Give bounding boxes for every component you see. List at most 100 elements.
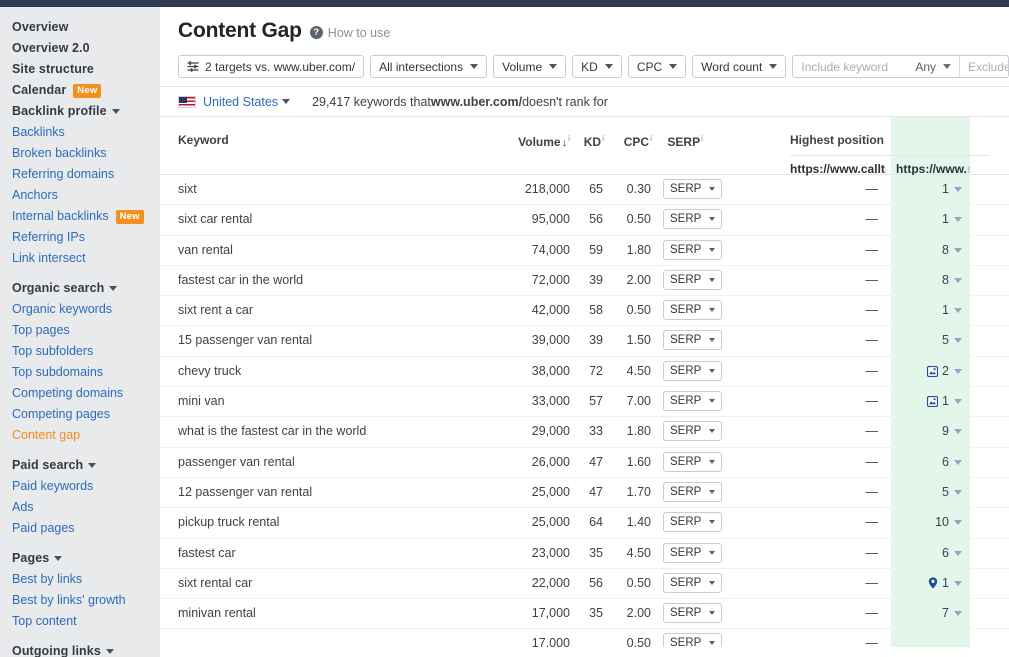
position-target-2[interactable]: 10 xyxy=(886,515,962,529)
position-target-2[interactable]: 7 xyxy=(886,606,962,620)
sidebar-item-calendar[interactable]: CalendarNew xyxy=(0,80,160,101)
keyword-link[interactable]: 15 passenger van rental xyxy=(178,333,312,347)
sidebar-item-content-gap[interactable]: Content gap xyxy=(0,425,160,446)
serp-button[interactable]: SERP xyxy=(663,270,722,290)
keyword-link[interactable]: fastest car xyxy=(178,546,236,560)
sidebar-item-site-structure[interactable]: Site structure xyxy=(0,59,160,80)
info-icon[interactable]: i xyxy=(701,133,703,143)
serp-button[interactable]: SERP xyxy=(663,361,722,381)
position-target-2[interactable]: 9 xyxy=(886,424,962,438)
sidebar-item-referring-ips[interactable]: Referring IPs xyxy=(0,227,160,248)
keyword-link[interactable]: passenger van rental xyxy=(178,455,295,469)
serp-button[interactable]: SERP xyxy=(663,573,722,593)
include-keyword-input[interactable] xyxy=(793,56,911,77)
country-selector[interactable]: United States xyxy=(203,95,278,109)
column-header-cpc[interactable]: CPCi xyxy=(620,133,652,149)
position-target-2[interactable]: 1 xyxy=(886,303,962,317)
question-mark-icon[interactable]: ? xyxy=(310,26,323,39)
sidebar-item-ads[interactable]: Ads xyxy=(0,497,160,518)
keyword-link[interactable]: sixt car rental xyxy=(178,212,252,226)
sidebar-item-best-by-links[interactable]: Best by links xyxy=(0,569,160,590)
position-target-2[interactable]: 6 xyxy=(886,546,962,560)
sidebar-item-paid-keywords[interactable]: Paid keywords xyxy=(0,476,160,497)
serp-button[interactable]: SERP xyxy=(663,391,722,411)
include-mode-dropdown[interactable]: Any xyxy=(911,56,960,77)
sidebar-item-top-subfolders[interactable]: Top subfolders xyxy=(0,341,160,362)
keyword-link[interactable]: 12 passenger van rental xyxy=(178,485,312,499)
position-target-2[interactable]: 8 xyxy=(886,243,962,257)
serp-button[interactable]: SERP xyxy=(663,421,722,441)
sidebar-item-top-content[interactable]: Top content xyxy=(0,611,160,632)
position-target-2[interactable]: 5 xyxy=(886,485,962,499)
targets-filter-button[interactable]: 2 targets vs. www.uber.com/ xyxy=(178,55,364,78)
sidebar-item-organic-search[interactable]: Organic search xyxy=(0,278,160,299)
column-header-kd[interactable]: KDi xyxy=(578,133,604,149)
serp-button[interactable]: SERP xyxy=(663,179,722,199)
sidebar-item-competing-pages[interactable]: Competing pages xyxy=(0,404,160,425)
table-row[interactable]: sixt rental car22,000560.50SERP—1 xyxy=(160,569,1009,599)
keyword-link[interactable]: mini van xyxy=(178,394,225,408)
serp-button[interactable]: SERP xyxy=(663,633,722,647)
volume-filter-button[interactable]: Volume xyxy=(493,55,566,78)
intersections-filter-button[interactable]: All intersections xyxy=(370,55,487,78)
table-row[interactable]: pickup truck rental25,000641.40SERP—10 xyxy=(160,508,1009,538)
sidebar-item-best-by-links-growth[interactable]: Best by links' growth xyxy=(0,590,160,611)
table-row[interactable]: passenger van rental26,000471.60SERP—6 xyxy=(160,448,1009,478)
table-row[interactable]: 12 passenger van rental25,000471.70SERP—… xyxy=(160,478,1009,508)
how-to-use-link[interactable]: How to use xyxy=(328,26,391,40)
position-target-2[interactable]: 1 xyxy=(886,182,962,196)
position-target-2[interactable]: 8 xyxy=(886,273,962,287)
table-row[interactable]: sixt rent a car42,000580.50SERP—1 xyxy=(160,296,1009,326)
serp-button[interactable]: SERP xyxy=(663,512,722,532)
sidebar-item-paid-pages[interactable]: Paid pages xyxy=(0,518,160,539)
table-row[interactable]: fastest car in the world72,000392.00SERP… xyxy=(160,266,1009,296)
serp-button[interactable]: SERP xyxy=(663,240,722,260)
sidebar-item-broken-backlinks[interactable]: Broken backlinks xyxy=(0,143,160,164)
sidebar-item-paid-search[interactable]: Paid search xyxy=(0,455,160,476)
sidebar-item-top-pages[interactable]: Top pages xyxy=(0,320,160,341)
sidebar-item-competing-domains[interactable]: Competing domains xyxy=(0,383,160,404)
column-header-target-url-1[interactable]: https://www.calltaxi xyxy=(790,162,886,176)
position-target-2[interactable]: 1 xyxy=(886,212,962,226)
info-icon[interactable]: i xyxy=(650,133,652,143)
table-row[interactable]: minivan rental17,000352.00SERP—7 xyxy=(160,599,1009,629)
sidebar-item-backlink-profile[interactable]: Backlink profile xyxy=(0,101,160,122)
position-target-2[interactable]: 2 xyxy=(886,364,962,380)
position-target-2[interactable]: 1 xyxy=(886,576,962,592)
cpc-filter-button[interactable]: CPC xyxy=(628,55,686,78)
serp-button[interactable]: SERP xyxy=(663,300,722,320)
info-icon[interactable]: i xyxy=(602,133,604,143)
sidebar-item-overview[interactable]: Overview xyxy=(0,17,160,38)
sidebar-item-outgoing-links[interactable]: Outgoing links xyxy=(0,641,160,657)
table-row[interactable]: sixt218,000650.30SERP—1 xyxy=(160,175,1009,205)
sidebar-item-anchors[interactable]: Anchors xyxy=(0,185,160,206)
sidebar-item-referring-domains[interactable]: Referring domains xyxy=(0,164,160,185)
keyword-link[interactable]: minivan rental xyxy=(178,606,256,620)
column-header-serp[interactable]: SERPi xyxy=(665,133,703,149)
kd-filter-button[interactable]: KD xyxy=(572,55,622,78)
position-target-2[interactable]: 5 xyxy=(886,333,962,347)
word-count-filter-button[interactable]: Word count xyxy=(692,55,786,78)
sidebar-item-organic-keywords[interactable]: Organic keywords xyxy=(0,299,160,320)
table-row[interactable]: what is the fastest car in the world29,0… xyxy=(160,417,1009,447)
column-header-target-url-2[interactable]: https://www.si xyxy=(896,162,970,176)
table-row[interactable]: chevy truck38,000724.50SERP—2 xyxy=(160,357,1009,387)
column-header-volume[interactable]: Volume↓i xyxy=(500,133,570,149)
info-icon[interactable]: i xyxy=(568,133,570,143)
serp-button[interactable]: SERP xyxy=(663,543,722,563)
table-row[interactable]: 15 passenger van rental39,000391.50SERP—… xyxy=(160,326,1009,356)
serp-button[interactable]: SERP xyxy=(663,452,722,472)
keyword-link[interactable]: sixt rental car xyxy=(178,576,252,590)
position-target-2[interactable]: 6 xyxy=(886,455,962,469)
table-row[interactable]: 17,0000.50SERP— xyxy=(160,629,1009,647)
keyword-link[interactable]: sixt xyxy=(178,182,197,196)
column-header-keyword[interactable]: Keyword xyxy=(178,133,229,147)
sidebar-item-link-intersect[interactable]: Link intersect xyxy=(0,248,160,269)
table-row-partial[interactable]: 17,0000.50SERP— xyxy=(160,629,1009,647)
table-row[interactable]: van rental74,000591.80SERP—8 xyxy=(160,236,1009,266)
serp-button[interactable]: SERP xyxy=(663,209,722,229)
serp-button[interactable]: SERP xyxy=(663,482,722,502)
keyword-link[interactable]: pickup truck rental xyxy=(178,515,279,529)
serp-button[interactable]: SERP xyxy=(663,603,722,623)
sidebar-item-overview-2-0[interactable]: Overview 2.0 xyxy=(0,38,160,59)
